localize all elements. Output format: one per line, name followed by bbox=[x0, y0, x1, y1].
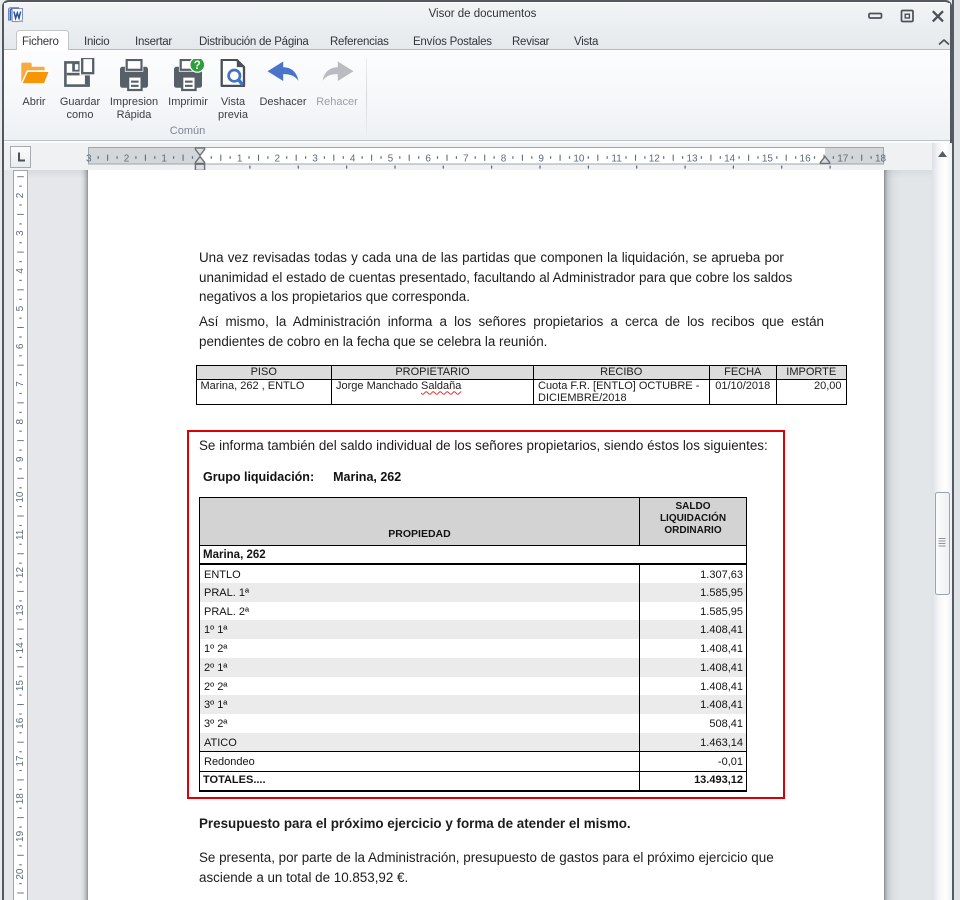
svg-text:14: 14 bbox=[724, 153, 736, 164]
svg-text:5: 5 bbox=[388, 153, 394, 164]
svg-text:7: 7 bbox=[463, 153, 469, 164]
svg-text:8: 8 bbox=[501, 153, 507, 164]
svg-text:11: 11 bbox=[611, 153, 622, 164]
svg-text:12: 12 bbox=[649, 153, 661, 164]
svg-text:17: 17 bbox=[15, 755, 26, 767]
svg-text:8: 8 bbox=[15, 418, 26, 424]
svg-text:13: 13 bbox=[15, 604, 26, 616]
svg-text:14: 14 bbox=[15, 642, 26, 654]
svg-text:?: ? bbox=[194, 60, 201, 72]
svg-text:2: 2 bbox=[275, 153, 281, 164]
svg-text:19: 19 bbox=[15, 830, 26, 842]
svg-text:10: 10 bbox=[15, 491, 26, 503]
svg-text:1: 1 bbox=[237, 153, 243, 164]
svg-text:12: 12 bbox=[15, 567, 26, 579]
svg-text:15: 15 bbox=[762, 153, 774, 164]
svg-text:9: 9 bbox=[538, 153, 544, 164]
svg-text:4: 4 bbox=[350, 153, 356, 164]
svg-text:5: 5 bbox=[15, 305, 26, 311]
svg-text:9: 9 bbox=[15, 456, 26, 462]
svg-text:13: 13 bbox=[686, 153, 698, 164]
svg-text:3: 3 bbox=[312, 153, 318, 164]
svg-text:18: 18 bbox=[875, 153, 887, 164]
svg-text:10: 10 bbox=[573, 153, 585, 164]
svg-text:1: 1 bbox=[161, 153, 167, 164]
svg-text:7: 7 bbox=[15, 381, 26, 387]
svg-text:3: 3 bbox=[15, 230, 26, 236]
svg-text:17: 17 bbox=[837, 153, 849, 164]
svg-text:16: 16 bbox=[800, 153, 812, 164]
svg-text:16: 16 bbox=[15, 717, 26, 729]
svg-text:18: 18 bbox=[15, 793, 26, 805]
svg-text:3: 3 bbox=[86, 153, 92, 164]
svg-text:6: 6 bbox=[15, 343, 26, 349]
svg-text:6: 6 bbox=[425, 153, 431, 164]
svg-text:20: 20 bbox=[15, 868, 26, 880]
svg-text:15: 15 bbox=[15, 680, 26, 692]
svg-text:4: 4 bbox=[15, 268, 26, 274]
svg-text:2: 2 bbox=[15, 192, 26, 198]
svg-text:2: 2 bbox=[124, 153, 130, 164]
svg-text:11: 11 bbox=[15, 529, 26, 540]
